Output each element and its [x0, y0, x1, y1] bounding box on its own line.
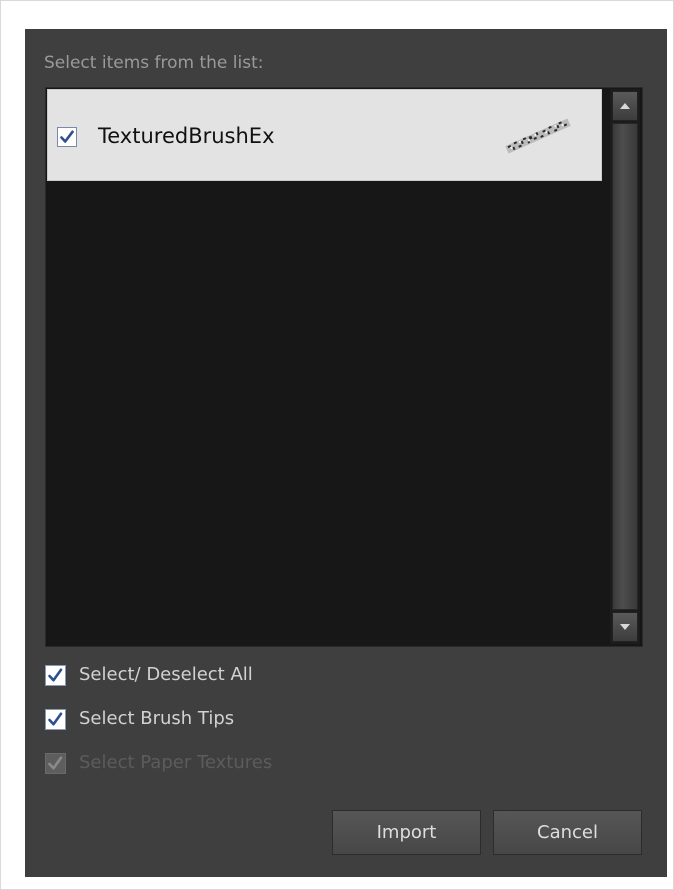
item-list[interactable]: TexturedBrushEx — [45, 87, 643, 647]
scroll-up-button[interactable] — [612, 91, 638, 121]
triangle-down-icon — [620, 624, 630, 630]
select-paper-textures-label: Select Paper Textures — [79, 752, 273, 773]
textured-brush-preview-icon — [505, 118, 571, 154]
import-button[interactable]: Import — [332, 810, 481, 855]
list-item-label: TexturedBrushEx — [98, 124, 275, 148]
triangle-up-icon — [620, 103, 630, 109]
list-prompt-label: Select items from the list: — [44, 53, 264, 73]
checkmark-icon — [48, 712, 63, 726]
checkmark-icon — [60, 130, 74, 143]
select-paper-textures-checkbox — [45, 753, 66, 774]
checkmark-icon — [48, 668, 63, 682]
screenshot-frame: Select items from the list: TexturedBrus… — [0, 0, 674, 890]
cancel-button[interactable]: Cancel — [493, 810, 642, 855]
list-item[interactable]: TexturedBrushEx — [47, 89, 602, 181]
select-brush-tips-label: Select Brush Tips — [79, 708, 235, 729]
scroll-down-button[interactable] — [612, 612, 638, 642]
list-item-checkbox[interactable] — [57, 127, 77, 147]
select-brush-tips-checkbox[interactable] — [45, 709, 66, 730]
scrollbar-thumb[interactable] — [612, 123, 638, 610]
checkmark-icon — [48, 756, 63, 770]
list-scrollbar[interactable] — [610, 89, 640, 644]
select-deselect-all-checkbox[interactable] — [45, 665, 66, 686]
select-deselect-all-label: Select/ Deselect All — [79, 664, 253, 685]
import-brushes-dialog: Select items from the list: TexturedBrus… — [25, 29, 667, 877]
